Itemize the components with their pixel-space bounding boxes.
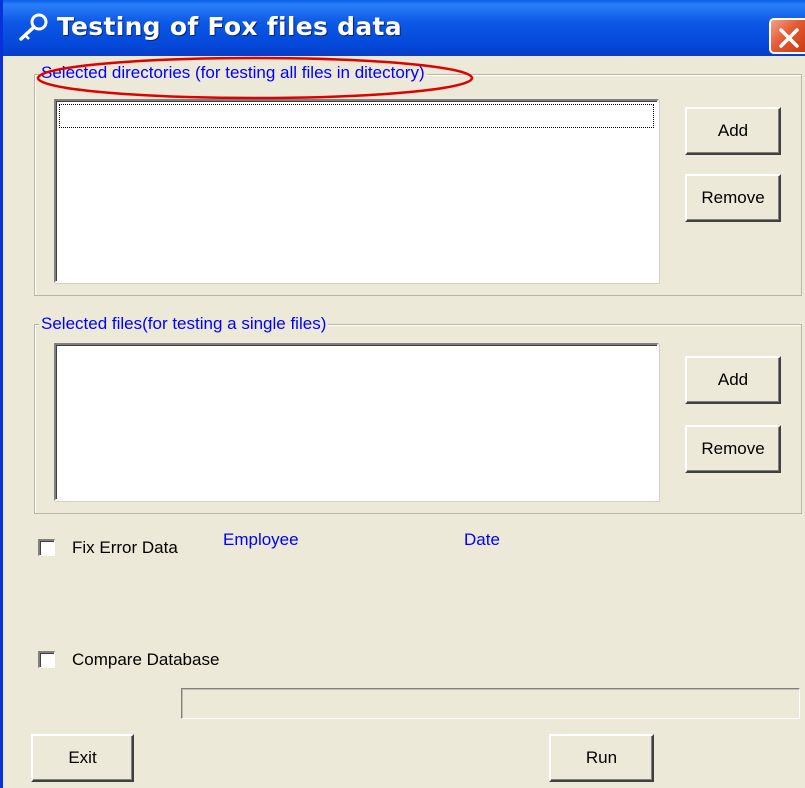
add-directory-label: Add: [717, 121, 749, 140]
add-file-button[interactable]: Add: [685, 356, 781, 404]
exit-label: Exit: [68, 748, 97, 767]
directories-legend: Selected directories (for testing all fi…: [39, 63, 427, 83]
fix-error-data-option[interactable]: Fix Error Data: [38, 537, 198, 559]
directories-listbox[interactable]: [54, 99, 659, 283]
add-directory-button[interactable]: Add: [685, 107, 781, 155]
main-window: Testing of Fox files data Selected direc…: [0, 0, 805, 788]
compare-database-checkbox[interactable]: [38, 651, 55, 668]
date-label: Date: [464, 530, 500, 549]
listbox-focus-indicator: [59, 104, 654, 128]
close-icon: [779, 28, 799, 48]
fix-error-data-label: Fix Error Data: [72, 538, 178, 557]
progress-bar: [181, 688, 800, 719]
add-file-label: Add: [717, 370, 749, 389]
compare-database-option[interactable]: Compare Database: [38, 649, 248, 671]
run-button[interactable]: Run: [549, 734, 654, 782]
compare-database-label: Compare Database: [72, 650, 220, 669]
close-button[interactable]: [769, 18, 805, 54]
remove-file-button[interactable]: Remove: [685, 425, 781, 473]
remove-directory-button[interactable]: Remove: [685, 174, 781, 222]
remove-file-label: Remove: [701, 439, 765, 458]
files-legend: Selected files(for testing a single file…: [39, 314, 329, 334]
remove-directory-label: Remove: [701, 188, 765, 207]
window-title: Testing of Fox files data: [57, 12, 402, 41]
run-label: Run: [585, 748, 618, 767]
fix-error-data-checkbox[interactable]: [38, 539, 55, 556]
key-icon: [19, 13, 48, 41]
title-bar[interactable]: Testing of Fox files data: [3, 0, 805, 56]
files-listbox[interactable]: [54, 343, 659, 501]
exit-button[interactable]: Exit: [31, 734, 134, 782]
employee-label: Employee: [223, 530, 299, 549]
